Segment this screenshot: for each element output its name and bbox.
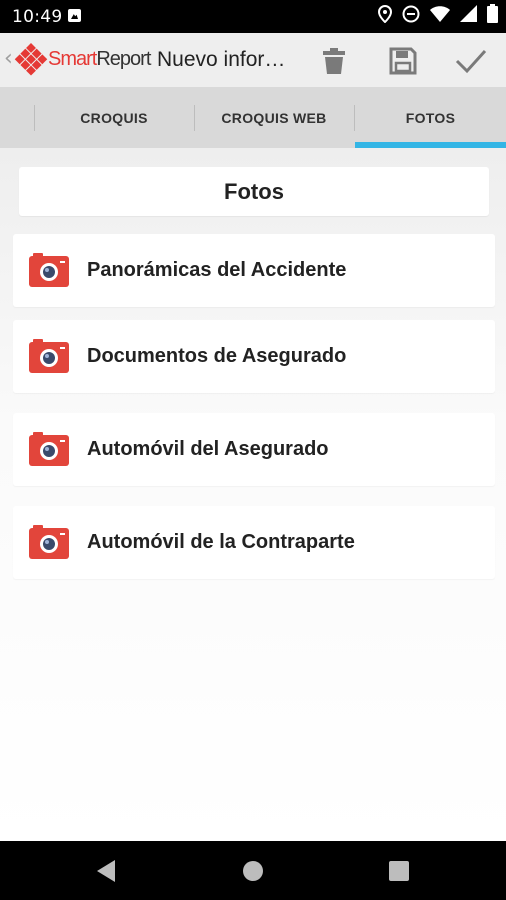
signal-icon [460,5,477,27]
list-item-automovil-asegurado[interactable]: Automóvil del Asegurado [13,413,495,486]
system-nav-bar [0,841,506,900]
status-bar: 10:49 [0,0,506,33]
delete-button[interactable] [316,43,352,79]
nav-recents-button[interactable] [386,858,412,884]
confirm-button[interactable] [453,43,489,79]
trash-icon [323,48,345,74]
app-logo-text: SmartReport [48,48,151,70]
section-title: Fotos [19,167,489,216]
list-item-label: Documentos de Asegurado [87,345,347,367]
camera-icon [29,432,69,466]
camera-icon [29,525,69,559]
list-item-automovil-contraparte[interactable]: Automóvil de la Contraparte [13,506,495,579]
location-icon [377,4,393,28]
nav-back-button[interactable] [94,858,120,884]
nav-home-button[interactable] [240,858,266,884]
wifi-icon [430,5,450,27]
screen-title: Nuevo infor… [157,48,286,71]
recents-square-icon [389,861,409,881]
tab-croquis[interactable]: CROQUIS [34,87,194,148]
checkmark-icon [455,49,487,74]
list-item-label: Automóvil del Asegurado [87,438,329,460]
tab-fotos[interactable]: FOTOS [355,87,506,148]
back-chevron-icon[interactable]: ‹ [4,46,13,71]
battery-icon [487,4,498,28]
list-item-label: Automóvil de la Contraparte [87,531,355,553]
save-button[interactable] [385,43,421,79]
app-bar: ‹ SmartReport Nuevo infor… [0,33,506,87]
status-time: 10:49 [12,7,63,27]
list-item-panoramicas[interactable]: Panorámicas del Accidente [13,234,495,307]
tab-croquis-web[interactable]: CROQUIS WEB [194,87,354,148]
camera-icon [29,253,69,287]
status-icons [377,4,498,28]
gallery-notification-icon [68,9,81,22]
do-not-disturb-icon [402,5,420,28]
smartreport-logo-icon [14,43,48,76]
home-circle-icon [243,861,263,881]
camera-icon [29,339,69,373]
list-item-documentos[interactable]: Documentos de Asegurado [13,320,495,393]
back-triangle-icon [97,860,115,882]
floppy-disk-icon [389,47,417,75]
tab-bar: CROQUIS CROQUIS WEB FOTOS [0,87,506,148]
list-item-label: Panorámicas del Accidente [87,259,347,281]
